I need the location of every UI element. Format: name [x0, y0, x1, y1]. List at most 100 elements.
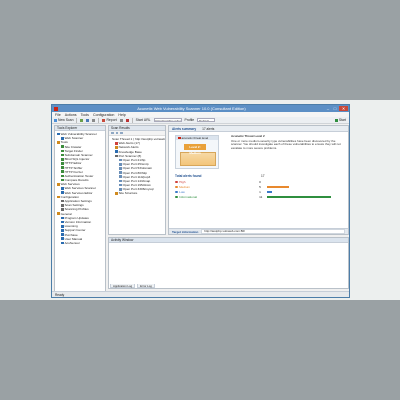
target-information-label: Target information	[172, 229, 199, 234]
tools-tree-item-icon	[61, 149, 64, 153]
alert-count-label: 17 alerts	[202, 126, 215, 131]
tools-tree-item-icon	[61, 241, 64, 245]
alert-severity-row[interactable]: High 0	[175, 180, 345, 184]
minimize-button[interactable]: –	[325, 106, 331, 111]
tools-tree: Web Vulnerability Scanner Web Scanner Tool…	[55, 131, 105, 245]
collapse-icon[interactable]	[115, 131, 118, 135]
severity-icon	[175, 180, 178, 184]
tools-tree-item-icon	[61, 203, 64, 207]
open-icon[interactable]	[80, 118, 84, 122]
tools-explorer-panel: Tools Explorer Web Vulnerability Scanner…	[54, 125, 106, 295]
backdrop-top	[0, 0, 400, 100]
tools-tree-item-icon	[61, 187, 64, 190]
toolbar: New Scan Report Start URL http://testphp…	[52, 117, 349, 124]
tools-tree-item-icon	[61, 208, 64, 211]
menu-configuration[interactable]: Configuration	[93, 113, 114, 117]
menu-actions[interactable]: Actions	[65, 113, 77, 117]
threat-level-header: acunetix threat level	[176, 136, 218, 140]
severity-icon	[175, 185, 178, 189]
severity-label: Low	[179, 190, 185, 194]
activity-tabs: Application Log Error Log	[109, 284, 155, 288]
target-url: http://testphp.vulnweb.com:80/	[201, 228, 345, 234]
severity-label: Informational	[179, 195, 197, 199]
play-icon	[334, 118, 338, 122]
alert-severity-row[interactable]: Low 1	[175, 190, 345, 194]
tools-tree-item-icon	[61, 162, 64, 165]
threat-level-badge: Level 2: Medium	[184, 144, 206, 155]
start-button[interactable]: Start	[334, 118, 346, 122]
scan-tree-item-icon	[119, 175, 122, 179]
threat-description: Acunetix Threat Level 2 One or more medi…	[231, 134, 343, 150]
report-button[interactable]: Report	[102, 118, 117, 122]
scan-results-panel: Scan Results Scan Thread 1 ( http://test…	[108, 125, 166, 235]
scan-tree-item-icon	[115, 141, 118, 145]
summary-tabs: Alerts summary 17 alerts	[169, 126, 348, 132]
settings-icon[interactable]	[92, 118, 96, 122]
maximize-button[interactable]: □	[332, 106, 338, 111]
tools-tree-item-icon	[61, 220, 64, 224]
tab-error-log[interactable]: Error Log	[137, 284, 155, 288]
alerts-summary-panel: Alerts summary 17 alerts acunetix threat…	[168, 125, 349, 235]
severity-bar	[267, 195, 332, 199]
threat-description-text: One or more medium-severity type vulnera…	[231, 138, 341, 150]
close-button[interactable]: ✕	[339, 106, 348, 111]
severity-count: 5	[259, 185, 261, 189]
tools-tree-item-icon	[61, 191, 64, 195]
window-title: Acunetix Web Vulnerability Scanner 10.0 …	[137, 106, 246, 111]
activity-window: Activity Window Application Log Error Lo…	[108, 237, 349, 289]
scan-tree-item-icon	[119, 167, 122, 170]
tools-tree-item-label: AcuSensor	[64, 240, 80, 245]
save-icon[interactable]	[86, 118, 90, 122]
activity-window-title: Activity Window	[109, 238, 348, 243]
new-scan-icon	[54, 118, 57, 122]
start-url-label: Start URL	[135, 118, 151, 122]
tools-tree-item-icon	[61, 170, 64, 174]
pause-icon[interactable]	[119, 118, 123, 122]
expand-icon[interactable]	[111, 131, 114, 135]
alert-severity-row[interactable]: Medium 5	[175, 185, 345, 189]
severity-count: 0	[259, 180, 261, 184]
scan-tree-item-icon	[115, 150, 118, 153]
status-bar: Ready	[52, 291, 349, 297]
severity-label: Medium	[179, 185, 191, 189]
menu-tools[interactable]: Tools	[81, 113, 89, 117]
toolbar-separator	[98, 117, 100, 123]
tools-tree-item-icon	[61, 157, 64, 161]
tools-tree-item-icon	[57, 183, 60, 186]
new-scan-button[interactable]: New Scan	[54, 118, 73, 122]
scan-tree-item-icon	[115, 192, 118, 195]
scan-tree-item-icon	[119, 162, 122, 166]
tools-tree-item-icon	[57, 132, 60, 136]
profile-select[interactable]: Default	[197, 118, 216, 122]
menu-file[interactable]: File	[55, 113, 61, 117]
severity-label: High	[179, 180, 186, 184]
tools-tree-item-icon	[61, 153, 64, 157]
scan-tree-item-icon	[119, 171, 122, 174]
total-alerts-value: 17	[261, 174, 265, 178]
stop-icon[interactable]	[125, 118, 129, 122]
toolbar-separator	[76, 117, 78, 123]
tab-alerts-summary[interactable]: Alerts summary	[172, 127, 196, 131]
scan-tree-item-icon	[119, 179, 122, 183]
tools-tree-item[interactable]: AcuSensor	[55, 241, 105, 245]
severity-icon	[175, 195, 178, 199]
title-bar: Acunetix Web Vulnerability Scanner 10.0 …	[52, 105, 349, 112]
start-url-input[interactable]: http://testphp.vulnweb.com:80/	[153, 118, 182, 122]
menu-help[interactable]: Help	[118, 113, 125, 117]
scan-tree-item-icon	[119, 188, 122, 191]
alert-severity-row[interactable]: Informational 11	[175, 195, 345, 199]
tab-application-log[interactable]: Application Log	[110, 284, 136, 288]
scan-tree-item[interactable]: Site Structure	[109, 191, 165, 195]
filter-icon[interactable]	[120, 131, 123, 135]
total-alerts-label: Total alerts found	[175, 174, 202, 178]
tools-tree-item-icon	[61, 224, 64, 228]
severity-icon	[175, 190, 178, 194]
tools-tree-item-icon	[61, 145, 64, 148]
scan-tree-item-icon	[119, 158, 122, 162]
severity-bar	[267, 185, 290, 189]
scan-tree: Scan Thread 1 ( http://testphp.vulnweb.c…	[109, 136, 165, 196]
report-icon	[102, 118, 106, 122]
tools-tree-item-icon	[61, 166, 64, 169]
tools-tree-item-icon	[61, 237, 64, 241]
severity-count: 11	[259, 195, 263, 199]
